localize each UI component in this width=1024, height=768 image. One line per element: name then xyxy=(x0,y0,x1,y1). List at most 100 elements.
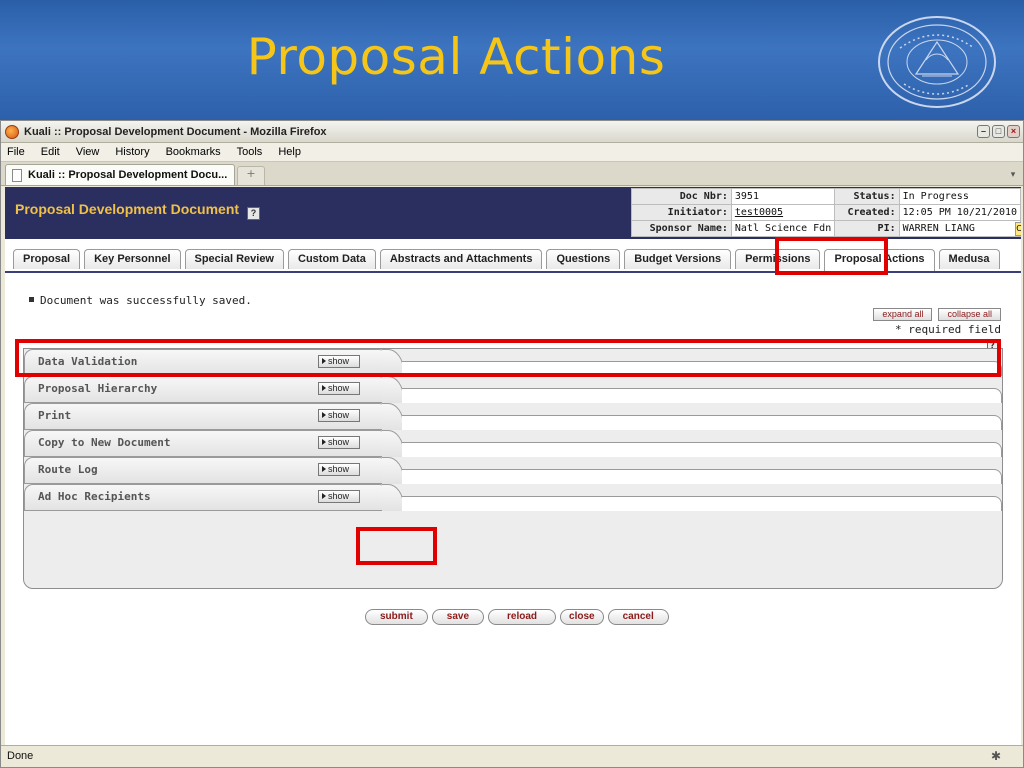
pi-value: WARREN LIANG xyxy=(898,220,1021,237)
new-tab-button[interactable]: + xyxy=(237,166,265,185)
tab-custom-data[interactable]: Custom Data xyxy=(288,249,376,269)
section-body xyxy=(402,469,1002,484)
triangle-right-icon xyxy=(322,385,326,391)
required-field-note: * required field xyxy=(895,323,1001,336)
section-label: Copy to New Document xyxy=(38,436,171,449)
tab-abstracts-attachments[interactable]: Abstracts and Attachments xyxy=(379,249,543,269)
bullet-icon xyxy=(29,297,34,302)
tab-proposal[interactable]: Proposal xyxy=(13,249,81,269)
success-message: Document was successfully saved. xyxy=(29,294,252,307)
section-label: Route Log xyxy=(38,463,98,476)
section-label: Proposal Hierarchy xyxy=(38,382,158,395)
save-button[interactable]: save xyxy=(431,609,485,625)
menu-bookmarks[interactable]: Bookmarks xyxy=(166,146,221,158)
window-titlebar: Kuali :: Proposal Development Document -… xyxy=(1,121,1023,143)
show-label: show xyxy=(328,437,350,447)
tab-list-icon[interactable]: ▾ xyxy=(1006,166,1020,185)
section-copy-to-new-document: Copy to New Document show xyxy=(24,430,1002,457)
slide-header: Proposal Actions xyxy=(0,0,1024,120)
menu-bar: File Edit View History Bookmarks Tools H… xyxy=(1,143,1023,162)
show-label: show xyxy=(328,410,350,420)
document-info-grid: Doc Nbr: 3951 Status: In Progress Initia… xyxy=(631,188,1021,237)
expand-collapse-controls: expand all collapse all xyxy=(873,308,1001,321)
section-tab-curve xyxy=(382,403,404,430)
collapse-all-button[interactable]: collapse all xyxy=(938,308,1001,321)
success-message-text: Document was successfully saved. xyxy=(40,294,252,307)
section-tab-curve xyxy=(382,376,404,403)
status-bar: Done ✱ xyxy=(1,745,1023,767)
document-title-text: Proposal Development Document xyxy=(15,201,240,217)
show-label: show xyxy=(328,491,350,501)
menu-help[interactable]: Help xyxy=(278,146,301,158)
tabs-divider xyxy=(5,271,1021,273)
doc-nbr-label: Doc Nbr: xyxy=(631,188,732,205)
menu-view[interactable]: View xyxy=(76,146,100,158)
show-ad-hoc-recipients-button[interactable]: show xyxy=(318,490,360,503)
university-seal-icon xyxy=(878,16,996,108)
tab-budget-versions[interactable]: Budget Versions xyxy=(624,249,732,269)
initiator-label: Initiator: xyxy=(631,204,732,221)
show-copy-to-new-document-button[interactable]: show xyxy=(318,436,360,449)
show-label: show xyxy=(328,383,350,393)
status-value: In Progress xyxy=(898,188,1021,205)
show-route-log-button[interactable]: show xyxy=(318,463,360,476)
document-actions: submit save reload close cancel xyxy=(365,609,669,625)
initiator-link[interactable]: test0005 xyxy=(730,204,836,221)
tab-key-personnel[interactable]: Key Personnel xyxy=(84,249,181,269)
section-label: Ad Hoc Recipients xyxy=(38,490,151,503)
help-icon[interactable]: ? xyxy=(247,207,261,220)
browser-tab-bar: Kuali :: Proposal Development Docu... + … xyxy=(1,162,1023,186)
menu-edit[interactable]: Edit xyxy=(41,146,60,158)
triangle-right-icon xyxy=(322,466,326,472)
expand-all-button[interactable]: expand all xyxy=(873,308,933,321)
tab-special-review[interactable]: Special Review xyxy=(184,249,284,269)
show-data-validation-button[interactable]: show xyxy=(318,355,360,368)
status-text: Done xyxy=(7,750,34,762)
sponsor-value: Natl Science Fdn xyxy=(730,220,836,237)
triangle-right-icon xyxy=(322,439,326,445)
show-print-button[interactable]: show xyxy=(318,409,360,422)
document-title: Proposal Development Document? xyxy=(15,201,261,220)
section-body xyxy=(402,361,1002,376)
section-route-log: Route Log show xyxy=(24,457,1002,484)
triangle-right-icon xyxy=(322,412,326,418)
document-tabs: Proposal Key Personnel Special Review Cu… xyxy=(13,249,1000,271)
menu-file[interactable]: File xyxy=(7,146,25,158)
submit-button[interactable]: submit xyxy=(365,609,428,625)
status-label: Status: xyxy=(834,188,900,205)
section-body xyxy=(402,442,1002,457)
menu-history[interactable]: History xyxy=(115,146,149,158)
section-label: Data Validation xyxy=(38,355,138,368)
section-print: Print show xyxy=(24,403,1002,430)
created-value: 12:05 PM 10/21/2010 xyxy=(898,204,1021,221)
browser-tab[interactable]: Kuali :: Proposal Development Docu... xyxy=(5,164,235,185)
cancel-button[interactable]: cancel xyxy=(607,609,669,625)
tooltip-marker: C xyxy=(1015,222,1021,236)
close-icon[interactable]: × xyxy=(1007,125,1020,138)
tab-permissions[interactable]: Permissions xyxy=(735,249,821,269)
tab-proposal-actions[interactable]: Proposal Actions xyxy=(824,249,935,271)
section-tab-curve xyxy=(382,484,404,511)
tab-questions[interactable]: Questions xyxy=(546,249,621,269)
section-data-validation: Data Validation show xyxy=(24,349,1002,376)
section-body xyxy=(402,496,1002,511)
section-tab-curve xyxy=(382,457,404,484)
tab-medusa[interactable]: Medusa xyxy=(938,249,1000,269)
maximize-icon[interactable]: □ xyxy=(992,125,1005,138)
show-proposal-hierarchy-button[interactable]: show xyxy=(318,382,360,395)
close-button[interactable]: close xyxy=(560,609,604,625)
show-label: show xyxy=(328,464,350,474)
browser-window: Kuali :: Proposal Development Document -… xyxy=(0,120,1024,768)
section-tab-curve xyxy=(382,430,404,457)
section-body xyxy=(402,388,1002,403)
show-label: show xyxy=(328,356,350,366)
document-header: Proposal Development Document? Doc Nbr: … xyxy=(5,187,1021,239)
reload-button[interactable]: reload xyxy=(488,609,557,625)
minimize-icon[interactable]: – xyxy=(977,125,990,138)
extension-icon[interactable]: ✱ xyxy=(989,749,1003,763)
window-title: Kuali :: Proposal Development Document -… xyxy=(24,125,327,138)
slide-title: Proposal Actions xyxy=(246,28,666,86)
section-proposal-hierarchy: Proposal Hierarchy show xyxy=(24,376,1002,403)
doc-nbr-value: 3951 xyxy=(730,188,836,205)
menu-tools[interactable]: Tools xyxy=(237,146,263,158)
